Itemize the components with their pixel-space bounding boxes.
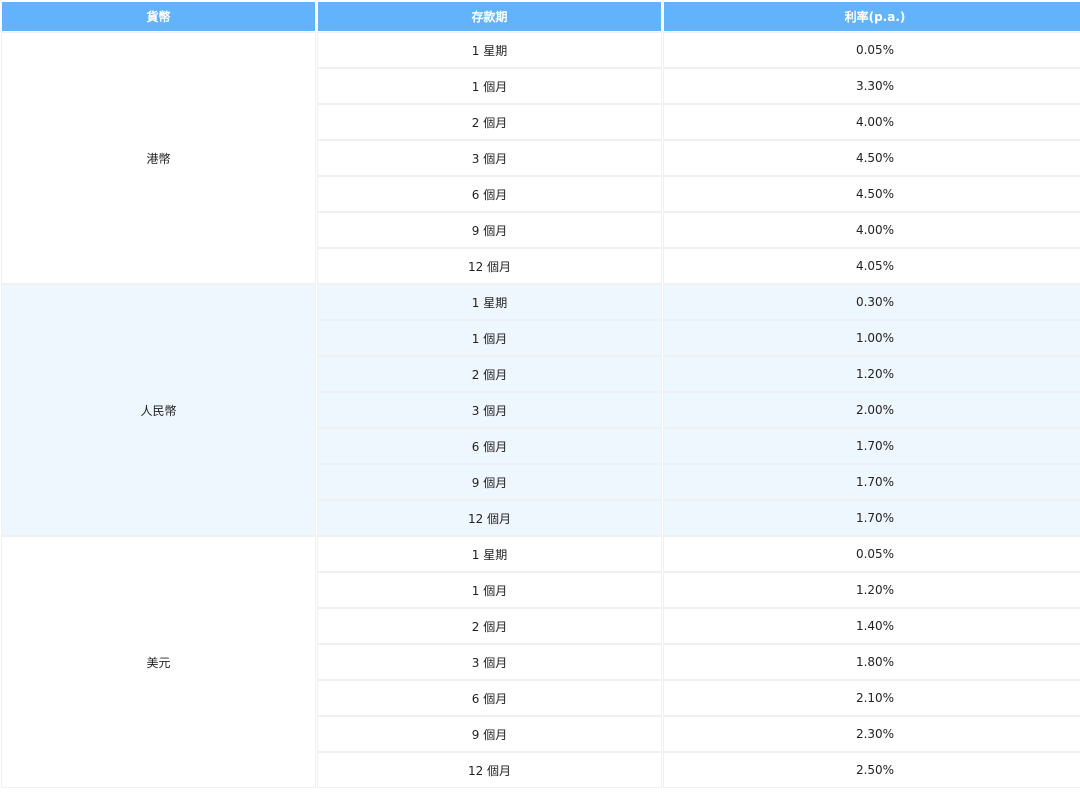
rate-cell: 0.05% (664, 537, 1080, 571)
term-cell: 2 個月 (318, 609, 661, 643)
rate-cell: 1.20% (664, 357, 1080, 391)
currency-cell: 人民幣 (2, 285, 315, 535)
term-cell: 1 個月 (318, 321, 661, 355)
rate-cell: 4.00% (664, 105, 1080, 139)
currency-group: 美元 1 星期 0.05% 1 個月 1.20% 2 個月 1.40% 3 個月 1.80% 6 … (2, 537, 1080, 787)
currency-cell: 港幣 (2, 33, 315, 283)
term-cell: 6 個月 (318, 681, 661, 715)
term-cell: 12 個月 (318, 501, 661, 535)
rate-cell: 1.00% (664, 321, 1080, 355)
rate-cell: 0.05% (664, 33, 1080, 67)
currency-cell: 美元 (2, 537, 315, 787)
currency-group: 人民幣 1 星期 0.30% 1 個月 1.00% 2 個月 1.20% 3 個月 2.00% 6… (2, 285, 1080, 535)
currency-group: 港幣 1 星期 0.05% 1 個月 3.30% 2 個月 4.00% 3 個月 4.50% 6 … (2, 33, 1080, 283)
rate-cell: 1.80% (664, 645, 1080, 679)
rate-cell: 2.00% (664, 393, 1080, 427)
rate-cell: 0.30% (664, 285, 1080, 319)
rate-cell: 2.50% (664, 753, 1080, 787)
rate-cell: 1.70% (664, 501, 1080, 535)
header-rate: 利率(p.a.) (664, 2, 1080, 31)
rate-cell: 1.40% (664, 609, 1080, 643)
header-row: 貨幣 存款期 利率(p.a.) (2, 2, 1080, 31)
term-cell: 3 個月 (318, 645, 661, 679)
rate-cell: 1.20% (664, 573, 1080, 607)
term-cell: 9 個月 (318, 465, 661, 499)
rate-cell: 2.30% (664, 717, 1080, 751)
table-header: 貨幣 存款期 利率(p.a.) (2, 2, 1080, 31)
term-cell: 12 個月 (318, 249, 661, 283)
term-cell: 6 個月 (318, 429, 661, 463)
term-cell: 9 個月 (318, 213, 661, 247)
term-cell: 1 個月 (318, 69, 661, 103)
table-row: 人民幣 1 星期 0.30% (2, 285, 1080, 535)
rate-cell: 4.00% (664, 213, 1080, 247)
term-cell: 1 個月 (318, 573, 661, 607)
term-cell: 6 個月 (318, 177, 661, 211)
term-cell: 1 星期 (318, 33, 661, 67)
term-cell: 2 個月 (318, 357, 661, 391)
table-row: 港幣 1 星期 0.05% (2, 33, 1080, 283)
deposit-rate-table: 貨幣 存款期 利率(p.a.) 港幣 1 星期 0.05% 1 個月 3.30% 2 個月… (0, 0, 1080, 789)
term-cell: 3 個月 (318, 393, 661, 427)
term-cell: 1 星期 (318, 537, 661, 571)
rate-cell: 1.70% (664, 465, 1080, 499)
rate-cell: 3.30% (664, 69, 1080, 103)
term-cell: 3 個月 (318, 141, 661, 175)
rate-cell: 2.10% (664, 681, 1080, 715)
term-cell: 2 個月 (318, 105, 661, 139)
term-cell: 1 星期 (318, 285, 661, 319)
rate-cell: 4.05% (664, 249, 1080, 283)
term-cell: 12 個月 (318, 753, 661, 787)
rate-cell: 4.50% (664, 141, 1080, 175)
header-currency: 貨幣 (2, 2, 315, 31)
table-row: 美元 1 星期 0.05% (2, 537, 1080, 787)
header-term: 存款期 (318, 2, 661, 31)
rate-cell: 1.70% (664, 429, 1080, 463)
rate-cell: 4.50% (664, 177, 1080, 211)
term-cell: 9 個月 (318, 717, 661, 751)
